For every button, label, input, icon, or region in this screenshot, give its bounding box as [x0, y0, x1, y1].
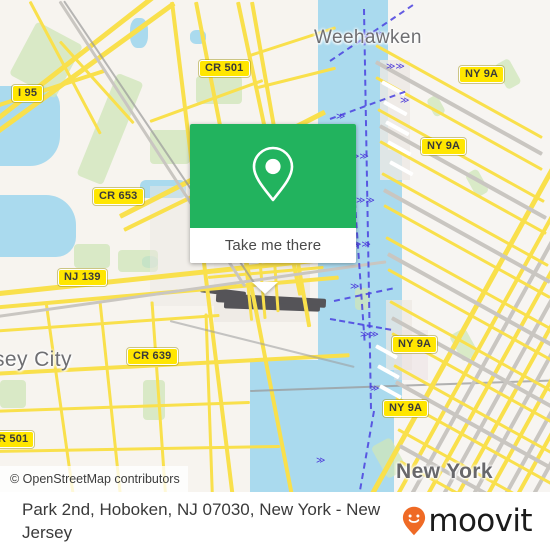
- place-label-jersey-city: sey City: [0, 348, 72, 371]
- place-label-weehawken: Weehawken: [314, 27, 422, 48]
- road-shield-ny9a-1: NY 9A: [459, 66, 505, 83]
- road-shield-cr653: CR 653: [93, 188, 144, 205]
- take-me-there-button[interactable]: Take me there: [190, 228, 356, 263]
- attribution-text: © OpenStreetMap contributors: [10, 472, 180, 486]
- road-shield-ny9a-3: NY 9A: [392, 336, 438, 353]
- map-pin-icon: [250, 145, 296, 208]
- moovit-smiley-pin-icon: [402, 506, 426, 536]
- water-hackensack: [0, 195, 76, 257]
- map-canvas[interactable]: ≫≫ ≫≫ ≫ ≫≫ ≫≫ ≫≫ ≫ ≫≫ ≫ ≫ ≫ Weehawken se…: [0, 0, 550, 492]
- ferry-chevrons-2: ≫≫: [386, 61, 405, 71]
- location-title: Park 2nd, Hoboken, NJ 07030, New York - …: [22, 500, 381, 542]
- ferry-chevrons-8: ≫≫: [360, 329, 379, 339]
- ferry-chevrons-9: ≫: [370, 383, 380, 393]
- ferry-chevrons-5: ≫≫: [356, 195, 375, 205]
- road-shield-ny9a-4: NY 9A: [383, 400, 429, 417]
- ferry-chevrons-10: ≫: [336, 111, 346, 121]
- map-screenshot: ≫≫ ≫≫ ≫ ≫≫ ≫≫ ≫≫ ≫ ≫≫ ≫ ≫ ≫ Weehawken se…: [0, 0, 550, 550]
- road-shield-cr501-bottom: R 501: [0, 431, 35, 448]
- ferry-chevrons-3: ≫: [400, 95, 410, 105]
- ferry-chevrons-7: ≫: [350, 281, 360, 291]
- take-me-there-label: Take me there: [224, 237, 322, 254]
- road-shield-cr639: CR 639: [127, 348, 178, 365]
- road-shield-nj139: NJ 139: [58, 269, 107, 286]
- map-popup-card[interactable]: Take me there: [190, 124, 356, 294]
- park-area-7: [0, 380, 26, 408]
- popup-marker-area: [190, 124, 356, 228]
- ferry-chevrons-11: ≫: [316, 455, 326, 465]
- park-area-5: [74, 244, 110, 268]
- footer-bar: Park 2nd, Hoboken, NJ 07030, New York - …: [0, 492, 550, 550]
- road-shield-cr501-top: CR 501: [199, 60, 250, 77]
- popup-tail: [252, 282, 278, 294]
- road-shield-i95: I 95: [12, 85, 44, 102]
- moovit-wordmark: moovit: [428, 502, 532, 539]
- park-area-8: [143, 380, 165, 420]
- place-label-new-york: New York: [396, 460, 493, 483]
- map-attribution[interactable]: © OpenStreetMap contributors: [0, 466, 188, 492]
- road-shield-ny9a-2: NY 9A: [421, 138, 467, 155]
- moovit-logo[interactable]: moovit: [402, 502, 550, 539]
